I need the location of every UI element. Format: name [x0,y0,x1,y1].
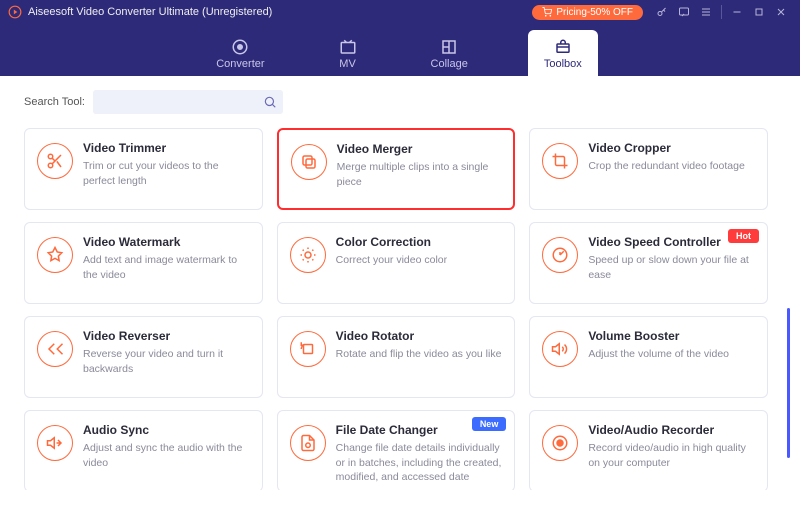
tab-converter[interactable]: Converter [202,32,278,76]
crop-icon [551,152,569,170]
pricing-label: Pricing-50% OFF [556,7,633,18]
tool-title: Video Merger [337,142,502,156]
pricing-button[interactable]: Pricing-50% OFF [532,5,643,20]
search-row: Search Tool: [24,90,776,114]
tool-file-date-changer[interactable]: New File Date ChangerChange file date de… [277,410,516,490]
scrollbar[interactable] [787,308,790,458]
tool-desc: Correct your video color [336,253,503,268]
tool-title: Video/Audio Recorder [588,423,755,437]
tool-desc: Adjust the volume of the video [588,347,755,362]
tool-title: Color Correction [336,235,503,249]
scissors-icon [46,152,64,170]
app-title: Aiseesoft Video Converter Ultimate (Unre… [28,6,272,18]
sun-icon [299,246,317,264]
tab-label: Collage [431,58,468,70]
content-area: Search Tool: Video Trimmer Trim or cut yo… [0,76,800,506]
rotate-icon [299,340,317,358]
tool-desc: Speed up or slow down your file at ease [588,253,755,282]
tool-desc: Rotate and flip the video as you like [336,347,503,362]
feedback-icon[interactable] [673,1,695,23]
tool-title: Video Rotator [336,329,503,343]
tool-video-rotator[interactable]: Video Rotator Rotate and flip the video a… [277,316,516,398]
tool-title: Video Reverser [83,329,250,343]
tool-color-correction[interactable]: Color Correction Correct your video color [277,222,516,304]
tool-video-trimmer[interactable]: Video Trimmer Trim or cut your videos to … [24,128,263,210]
tool-title: Volume Booster [588,329,755,343]
tab-mv[interactable]: MV [325,32,371,76]
tool-title: Audio Sync [83,423,250,437]
record-icon [551,434,569,452]
merge-icon [300,153,318,171]
volume-icon [551,340,569,358]
tool-volume-booster[interactable]: Volume Booster Adjust the volume of the v… [529,316,768,398]
cart-icon [542,7,552,17]
tool-desc: Reverse your video and turn it backwards [83,347,250,376]
tool-video-audio-recorder[interactable]: Video/Audio Recorder Record video/audio i… [529,410,768,490]
tab-toolbox[interactable]: Toolbox [528,30,598,76]
gauge-icon [551,246,569,264]
tool-video-speed[interactable]: Hot Video Speed ControllerSpeed up or sl… [529,222,768,304]
tool-title: Video Trimmer [83,141,250,155]
rewind-icon [46,340,64,358]
tab-label: Converter [216,58,264,70]
key-icon[interactable] [651,1,673,23]
tool-video-watermark[interactable]: Video Watermark Add text and image waterm… [24,222,263,304]
menu-icon[interactable] [695,1,717,23]
close-button[interactable] [770,1,792,23]
minimize-button[interactable] [726,1,748,23]
tab-label: MV [339,58,356,70]
new-badge: New [472,417,507,431]
tool-desc: Adjust and sync the audio with the video [83,441,250,470]
tool-desc: Crop the redundant video footage [588,159,755,174]
tool-desc: Trim or cut your videos to the perfect l… [83,159,250,188]
tool-audio-sync[interactable]: Audio Sync Adjust and sync the audio with… [24,410,263,490]
tool-desc: Change file date details individually or… [336,441,503,485]
hot-badge: Hot [728,229,759,243]
audio-sync-icon [46,434,64,452]
search-input[interactable] [99,96,263,108]
tool-desc: Merge multiple clips into a single piece [337,160,502,189]
tool-title: Video Cropper [588,141,755,155]
watermark-icon [46,246,64,264]
tools-grid: Video Trimmer Trim or cut your videos to … [24,128,776,490]
tool-video-cropper[interactable]: Video Cropper Crop the redundant video fo… [529,128,768,210]
tab-label: Toolbox [544,58,582,70]
maximize-button[interactable] [748,1,770,23]
tool-video-reverser[interactable]: Video Reverser Reverse your video and tur… [24,316,263,398]
file-date-icon [299,434,317,452]
titlebar: Aiseesoft Video Converter Ultimate (Unre… [0,0,800,24]
search-label: Search Tool: [24,96,85,108]
tool-video-merger[interactable]: Video Merger Merge multiple clips into a … [277,128,516,210]
search-icon [263,95,277,109]
tool-desc: Add text and image watermark to the vide… [83,253,250,282]
main-nav: Converter MV Collage Toolbox [0,24,800,76]
search-box[interactable] [93,90,283,114]
tool-desc: Record video/audio in high quality on yo… [588,441,755,470]
tool-title: Video Watermark [83,235,250,249]
tab-collage[interactable]: Collage [417,32,482,76]
app-logo-icon [8,5,22,19]
